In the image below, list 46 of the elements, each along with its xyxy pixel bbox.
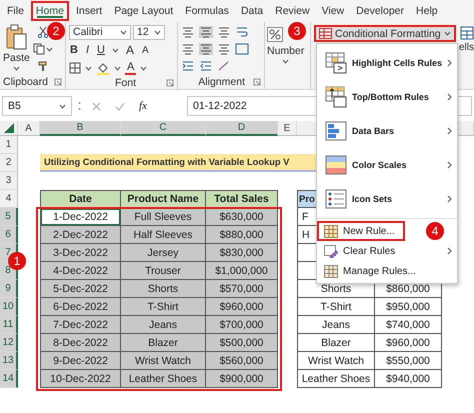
table-cell: 2-Dec-2022 bbox=[40, 226, 121, 244]
table-cell: Jersey bbox=[121, 244, 206, 262]
table-cell: Wrist Watch bbox=[121, 352, 206, 370]
table-cell: Blazer bbox=[297, 334, 375, 352]
table-cell: 5-Dec-2022 bbox=[40, 280, 121, 298]
table-cell: Leather Shoes bbox=[121, 370, 206, 388]
column-heading: Product Name bbox=[121, 190, 206, 208]
table-cell: $880,000 bbox=[206, 226, 278, 244]
table-cell: 9-Dec-2022 bbox=[40, 352, 121, 370]
column-heading: Total Sales bbox=[206, 190, 278, 208]
table-cell: Half Sleeves bbox=[121, 226, 206, 244]
table-cell: Trouser bbox=[121, 262, 206, 280]
table-cell: $550,000 bbox=[375, 352, 442, 370]
table-cell: T-Shirt bbox=[121, 298, 206, 316]
table-cell: 10-Dec-2022 bbox=[40, 370, 121, 388]
table-cell: 3-Dec-2022 bbox=[40, 244, 121, 262]
table-cell: 6-Dec-2022 bbox=[40, 298, 121, 316]
table-cell: T-Shirt bbox=[297, 298, 375, 316]
table-cell: $900,000 bbox=[206, 370, 278, 388]
table-cell: $830,000 bbox=[206, 244, 278, 262]
table-cell: $940,000 bbox=[375, 370, 442, 388]
group-label: Font bbox=[114, 76, 136, 88]
table-cell: $960,000 bbox=[375, 334, 442, 352]
table-cell: $1,000,000 bbox=[206, 262, 278, 280]
table-cell: Jeans bbox=[297, 316, 375, 334]
table-cell: 4-Dec-2022 bbox=[40, 262, 121, 280]
table-cell: $740,000 bbox=[375, 316, 442, 334]
table-cell: Leather Shoes bbox=[297, 370, 375, 388]
column-heading: Date bbox=[40, 190, 121, 208]
group-label: Clipboard bbox=[3, 76, 48, 88]
table-cell: $500,000 bbox=[206, 334, 278, 352]
group-label: Alignment bbox=[198, 76, 245, 88]
table-cell: Jeans bbox=[121, 316, 206, 334]
table-cell: $950,000 bbox=[375, 298, 442, 316]
table-cell: $570,000 bbox=[206, 280, 278, 298]
table-cell: Full Sleeves bbox=[121, 208, 206, 226]
table-cell: $700,000 bbox=[206, 316, 278, 334]
table-cell: Wrist Watch bbox=[297, 352, 375, 370]
table-cell: Shorts bbox=[121, 280, 206, 298]
table-cell: 7-Dec-2022 bbox=[40, 316, 121, 334]
table-cell: 1-Dec-2022 bbox=[40, 208, 121, 226]
table-cell: 8-Dec-2022 bbox=[40, 334, 121, 352]
table-cell: Blazer bbox=[121, 334, 206, 352]
table-cell: $630,000 bbox=[206, 208, 278, 226]
table-cell: $960,000 bbox=[206, 298, 278, 316]
table-cell: $560,000 bbox=[206, 352, 278, 370]
